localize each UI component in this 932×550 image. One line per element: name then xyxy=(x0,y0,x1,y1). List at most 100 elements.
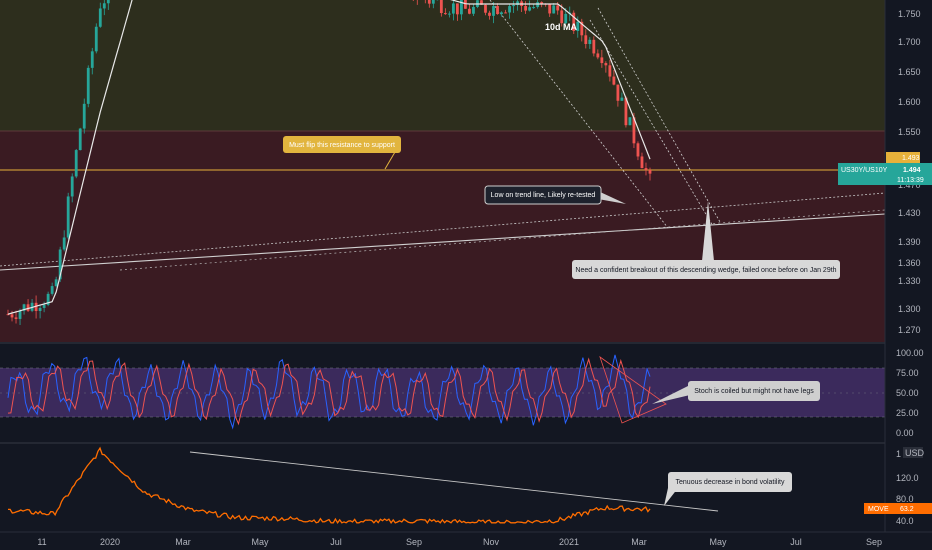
candle-body xyxy=(427,0,431,4)
candle-body xyxy=(14,317,18,319)
move-note-text: Tenuous decrease in bond volatility xyxy=(676,479,785,486)
level-tag-value: 1.493 xyxy=(902,155,920,162)
price-tick: 1.360 xyxy=(898,258,921,268)
candle-body xyxy=(584,35,588,44)
price-tick: 1.700 xyxy=(898,37,921,47)
candle-body xyxy=(604,63,608,66)
candle-body xyxy=(496,6,499,15)
time-label: Nov xyxy=(483,537,500,547)
time-label: May xyxy=(251,537,269,547)
candle-body xyxy=(528,7,532,11)
candle-body xyxy=(620,97,624,101)
candle-body xyxy=(86,67,90,104)
price-tick: 1.430 xyxy=(898,208,921,218)
move-tick: 120.0 xyxy=(896,473,919,483)
wedge-note-text: Need a confident breakout of this descen… xyxy=(575,267,836,274)
candle-body xyxy=(592,39,596,54)
candle-body xyxy=(102,3,106,9)
price-pane[interactable]: 10d MA Must flip this resistance to supp… xyxy=(0,0,886,342)
move-top-fragment: 1 xyxy=(896,449,904,459)
stoch-tick: 75.00 xyxy=(896,368,919,378)
candle-body xyxy=(70,176,74,197)
candle-body xyxy=(26,304,30,311)
candle-body xyxy=(90,51,94,68)
candle-body xyxy=(552,5,556,14)
resistance-zone xyxy=(0,131,885,342)
time-label: Mar xyxy=(631,537,647,547)
candle-body xyxy=(636,143,640,157)
candle-body xyxy=(82,103,86,129)
candle-body xyxy=(62,237,66,250)
candle-body xyxy=(500,12,503,15)
time-label: 2021 xyxy=(559,537,579,547)
candle-body xyxy=(74,150,78,177)
candle-body xyxy=(66,196,70,238)
candle-body xyxy=(42,304,46,308)
candle-body xyxy=(10,314,14,318)
price-tick: 1.550 xyxy=(898,127,921,137)
candle-body xyxy=(443,13,447,15)
upper-zone xyxy=(0,0,885,131)
candle-body xyxy=(556,5,560,11)
candle-body xyxy=(504,12,507,14)
candle-body xyxy=(50,286,54,294)
candle-body xyxy=(54,279,58,287)
stoch-tick: 100.00 xyxy=(896,348,924,358)
candle-body xyxy=(548,3,552,14)
candle-body xyxy=(524,5,528,11)
candle-body xyxy=(492,6,495,16)
currency-label: USD xyxy=(905,448,925,458)
candle-body xyxy=(455,3,459,15)
candle-body xyxy=(512,4,515,7)
candle-body xyxy=(78,128,82,151)
candle-body xyxy=(628,117,632,126)
candle-body xyxy=(612,76,616,85)
time-label: Sep xyxy=(866,537,882,547)
candle-body xyxy=(596,53,600,58)
candle-body xyxy=(608,65,612,77)
candle-body xyxy=(106,0,110,4)
candle-body xyxy=(640,156,644,169)
candle-body xyxy=(488,12,491,16)
price-tick: 1.750 xyxy=(898,9,921,19)
candle-body xyxy=(484,4,487,13)
candle-body xyxy=(600,57,604,64)
price-tick: 1.650 xyxy=(898,67,921,77)
stoch-tick: 50.00 xyxy=(896,388,919,398)
candle-body xyxy=(588,39,592,44)
candle-body xyxy=(616,84,620,101)
candle-body xyxy=(451,3,455,14)
resistance-note-text: Must flip this resistance to support xyxy=(289,142,395,149)
candle-body xyxy=(38,307,42,312)
ma-label: 10d MA xyxy=(545,22,578,32)
candle-body xyxy=(468,8,471,14)
price-tick: 1.300 xyxy=(898,304,921,314)
time-label: Sep xyxy=(406,537,422,547)
tradingview-chart[interactable]: 10d MA Must flip this resistance to supp… xyxy=(0,0,932,550)
trendline-note-text: Low on trend line, Likely re-tested xyxy=(491,192,596,199)
ticker-name: US30Y/US10Y xyxy=(841,167,888,174)
time-label: Jul xyxy=(790,537,802,547)
price-tick: 1.270 xyxy=(898,325,921,335)
time-label: Mar xyxy=(175,537,191,547)
candle-body xyxy=(431,0,435,4)
candle-body xyxy=(98,8,102,27)
time-label: Jul xyxy=(330,537,342,547)
stoch-tick: 0.00 xyxy=(896,428,914,438)
candle-body xyxy=(508,6,511,13)
move-tick: 40.0 xyxy=(896,516,914,526)
move-last-value: 63.2 xyxy=(900,506,914,513)
candle-body xyxy=(18,310,22,319)
candle-body xyxy=(532,7,536,9)
candle-body xyxy=(94,26,98,52)
candle-body xyxy=(472,6,475,14)
time-label: 11 xyxy=(37,537,46,547)
time-label: 2020 xyxy=(100,537,120,547)
stoch-tick: 25.00 xyxy=(896,408,919,418)
countdown: 11:13:39 xyxy=(897,177,924,184)
stoch-note-text: Stoch is coiled but might not have legs xyxy=(694,388,814,395)
candle-body xyxy=(644,168,648,171)
time-label: May xyxy=(709,537,727,547)
candle-body xyxy=(464,0,467,9)
price-tick: 1.600 xyxy=(898,97,921,107)
